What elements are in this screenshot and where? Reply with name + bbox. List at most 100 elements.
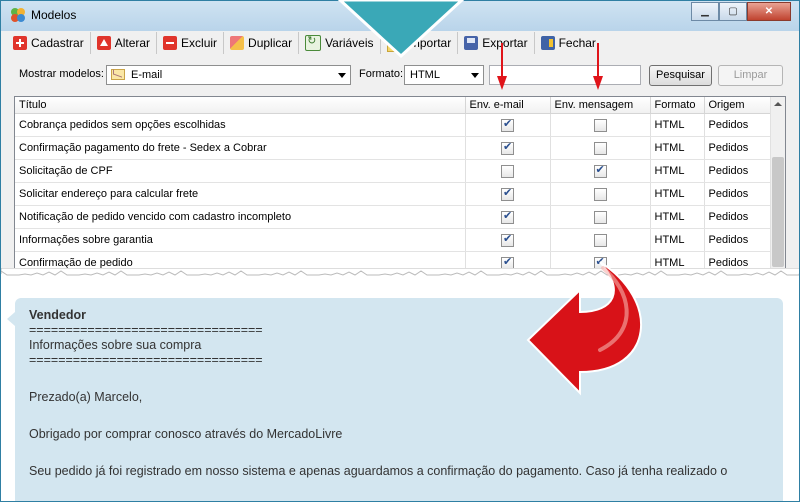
cell-formato: HTML — [650, 228, 705, 252]
variables-icon — [305, 34, 322, 51]
torn-edge-shape — [1, 267, 799, 276]
close-window-button[interactable]: ✕ — [747, 2, 791, 21]
title-bar: Modelos ▁ ▢ ✕ — [1, 1, 799, 31]
cell-formato: HTML — [650, 159, 705, 183]
checkbox[interactable] — [593, 187, 607, 201]
cell-env-email — [465, 228, 551, 252]
column-header-origem[interactable]: Origem — [704, 97, 772, 114]
filter-bar: Mostrar modelos: E-mail Formato: HTML Pe… — [1, 59, 799, 91]
message-line: ================================ — [29, 353, 263, 367]
column-header-titulo[interactable]: Título — [15, 97, 466, 114]
alterar-button[interactable]: Alterar — [91, 32, 158, 54]
message-line: Informações sobre sua compra — [29, 338, 202, 352]
modelos-window: Modelos ▁ ▢ ✕ Cadastrar Alterar Excluir … — [0, 0, 800, 502]
chevron-down-icon — [471, 73, 479, 78]
cell-origem: Pedidos — [704, 205, 772, 229]
add-icon — [13, 36, 27, 50]
checkbox[interactable] — [593, 141, 607, 155]
search-input[interactable] — [489, 65, 641, 85]
cell-env-email — [465, 182, 551, 206]
mostrar-modelos-select[interactable]: E-mail — [106, 65, 351, 85]
column-header-formato[interactable]: Formato — [650, 97, 705, 114]
edit-icon — [96, 36, 111, 50]
cell-titulo: Solicitação de CPF — [15, 159, 466, 183]
cell-env-mensagem — [550, 159, 651, 183]
limpar-button[interactable]: Limpar — [718, 65, 783, 86]
cell-titulo: Informações sobre garantia — [15, 228, 466, 252]
table-row[interactable]: Confirmação pagamento do frete - Sedex a… — [15, 136, 772, 160]
import-icon — [386, 36, 403, 52]
table-row[interactable]: Notificação de pedido vencido com cadast… — [15, 205, 772, 229]
cell-titulo: Notificação de pedido vencido com cadast… — [15, 205, 466, 229]
cell-origem: Pedidos — [704, 136, 772, 160]
chevron-down-icon — [338, 73, 346, 78]
checkbox[interactable] — [593, 210, 607, 224]
scroll-thumb[interactable] — [772, 157, 784, 267]
duplicar-label: Duplicar — [248, 36, 293, 50]
cell-formato: HTML — [650, 113, 705, 137]
checkbox[interactable] — [593, 118, 607, 132]
variaveis-label: Variáveis — [325, 36, 374, 50]
formato-label: Formato: — [359, 68, 404, 80]
toolbar: Cadastrar Alterar Excluir Duplicar Variá… — [7, 31, 793, 55]
window-title: Modelos — [31, 8, 77, 22]
table-row[interactable]: Cobrança pedidos sem opções escolhidas HT… — [15, 113, 772, 137]
mostrar-modelos-label: Mostrar modelos: — [19, 68, 104, 80]
message-bubble: Vendedor ===============================… — [7, 298, 783, 501]
pesquisar-button[interactable]: Pesquisar — [649, 65, 712, 86]
app-icon — [11, 8, 25, 22]
fechar-label: Fechar — [558, 36, 596, 50]
checkbox[interactable] — [501, 164, 514, 178]
cell-origem: Pedidos — [704, 228, 772, 252]
cell-env-email — [465, 205, 551, 229]
fechar-button[interactable]: Fechar — [535, 32, 602, 54]
torn-edge — [1, 267, 799, 282]
formato-value: HTML — [410, 69, 440, 81]
checkbox[interactable] — [593, 163, 607, 178]
scroll-up-icon[interactable] — [771, 97, 785, 111]
checkbox[interactable] — [501, 186, 514, 201]
checkbox[interactable] — [501, 140, 514, 155]
table-row[interactable]: Solicitar endereço para calcular frete HT… — [15, 182, 772, 206]
message-preview: Vendedor ===============================… — [1, 282, 799, 501]
checkbox[interactable] — [501, 117, 514, 132]
importar-button[interactable]: Importar — [381, 32, 459, 54]
duplicar-button[interactable]: Duplicar — [224, 32, 300, 54]
cell-env-email — [465, 113, 551, 137]
cell-origem: Pedidos — [704, 182, 772, 206]
column-header-env-mensagem[interactable]: Env. mensagem — [550, 97, 651, 114]
mostrar-modelos-value: E-mail — [131, 69, 163, 81]
checkbox[interactable] — [501, 209, 514, 224]
delete-icon — [163, 36, 178, 50]
table-row[interactable]: Informações sobre garantia HTMLPedidos — [15, 228, 772, 252]
cadastrar-label: Cadastrar — [31, 36, 84, 50]
excluir-label: Excluir — [181, 36, 218, 50]
cadastrar-button[interactable]: Cadastrar — [7, 32, 91, 54]
cell-env-mensagem — [550, 182, 651, 206]
grid-scrollbar[interactable] — [770, 97, 785, 272]
excluir-button[interactable]: Excluir — [157, 32, 225, 54]
table-row[interactable]: Solicitação de CPF HTMLPedidos — [15, 159, 772, 183]
cell-env-mensagem — [550, 136, 651, 160]
message-line: Seu pedido já foi registrado em nosso si… — [29, 464, 728, 478]
sender-name: Vendedor — [29, 308, 86, 322]
models-grid: Título Env. e-mail Env. mensagem Formato… — [14, 96, 786, 273]
variaveis-button[interactable]: Variáveis — [299, 32, 381, 54]
column-header-env-email[interactable]: Env. e-mail — [465, 97, 551, 114]
exportar-button[interactable]: Exportar — [458, 32, 535, 54]
formato-select[interactable]: HTML — [404, 65, 484, 85]
importar-label: Importar — [406, 36, 452, 50]
minimize-button[interactable]: ▁ — [691, 2, 719, 21]
checkbox[interactable] — [501, 232, 514, 247]
duplicate-icon — [230, 36, 245, 50]
cell-origem: Pedidos — [704, 113, 772, 137]
checkbox[interactable] — [593, 233, 607, 247]
envelope-icon — [111, 69, 125, 80]
cell-origem: Pedidos — [704, 159, 772, 183]
cell-env-email — [465, 159, 551, 183]
close-icon — [540, 36, 555, 50]
maximize-button[interactable]: ▢ — [719, 2, 747, 21]
cell-formato: HTML — [650, 182, 705, 206]
cell-titulo: Confirmação pagamento do frete - Sedex a… — [15, 136, 466, 160]
cell-env-mensagem — [550, 205, 651, 229]
